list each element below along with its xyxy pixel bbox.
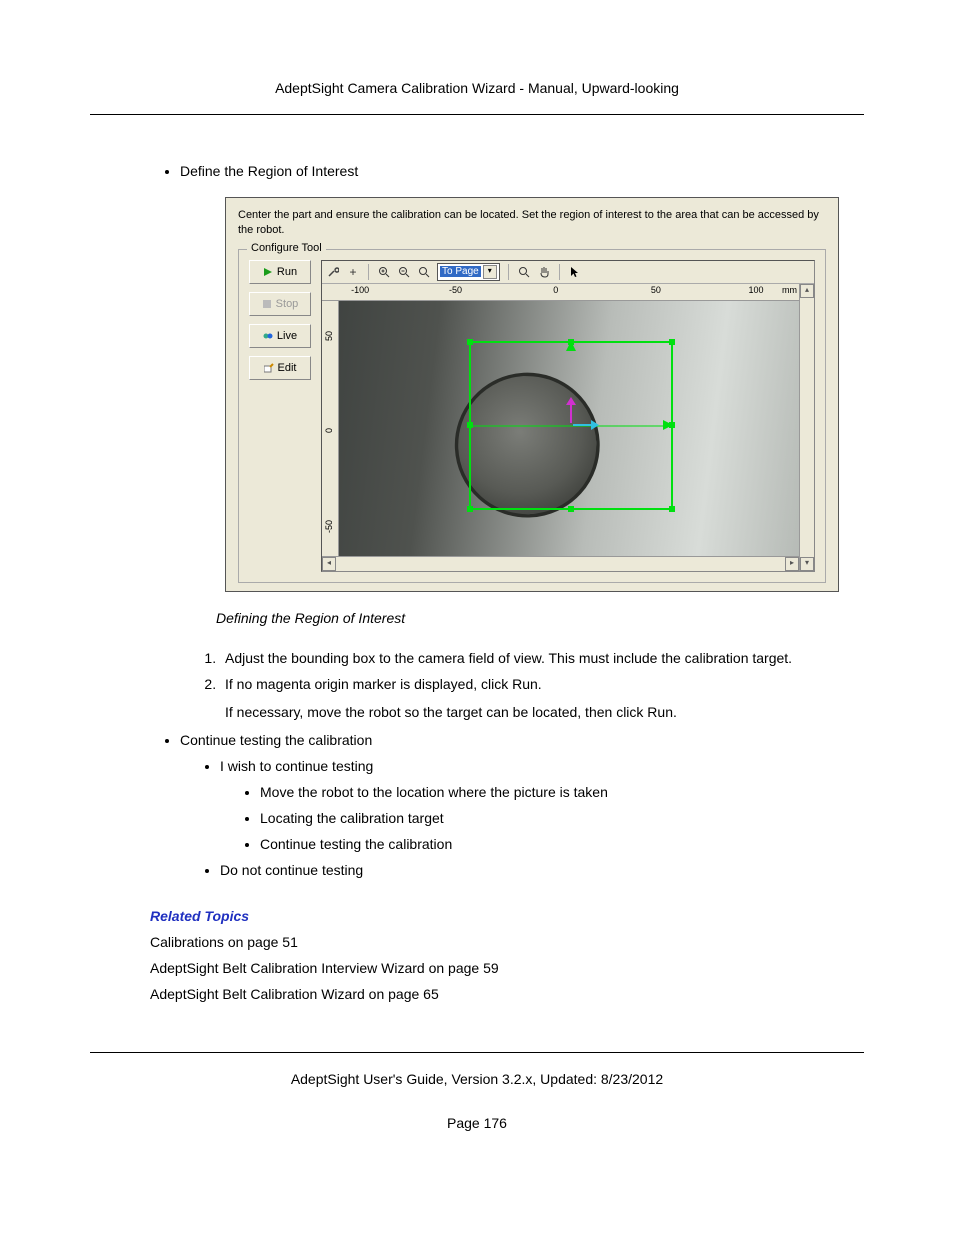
- scroll-up-icon[interactable]: ▴: [800, 284, 814, 298]
- stop-button[interactable]: Stop: [249, 292, 311, 316]
- roi-handle[interactable]: [669, 339, 675, 345]
- wizard-panel: Center the part and ensure the calibrati…: [225, 197, 839, 592]
- live-button[interactable]: Live: [249, 324, 311, 348]
- scrollbar-vertical[interactable]: ▴ ▾: [799, 284, 814, 571]
- origin-cyan-axis-icon: [573, 424, 593, 426]
- tick-label: 0: [553, 285, 558, 295]
- live-icon: [263, 331, 273, 341]
- tick-label: -50: [449, 285, 462, 295]
- bullet-define-roi: Define the Region of Interest Center the…: [180, 163, 864, 720]
- stop-button-label: Stop: [276, 298, 299, 310]
- tick-label: 50: [324, 331, 334, 341]
- tick-label: -100: [351, 285, 369, 295]
- sub-continue-testing: Continue testing the calibration: [260, 836, 864, 852]
- tick-label: -50: [324, 520, 334, 533]
- related-topics-heading: Related Topics: [150, 908, 864, 924]
- stop-icon: [262, 299, 272, 309]
- tick-label: 50: [651, 285, 661, 295]
- related-link-2[interactable]: AdeptSight Belt Calibration Interview Wi…: [150, 960, 864, 976]
- ruler-vertical: 50 0 -50: [322, 301, 339, 556]
- related-link-3[interactable]: AdeptSight Belt Calibration Wizard on pa…: [150, 986, 864, 1002]
- page-header: AdeptSight Camera Calibration Wizard - M…: [90, 80, 864, 115]
- zoom-select[interactable]: To Page ▾: [437, 263, 500, 281]
- step-2: If no magenta origin marker is displayed…: [220, 676, 864, 720]
- pan-icon[interactable]: [537, 265, 551, 279]
- sub-wish-continue: I wish to continue testing Move the robo…: [220, 758, 864, 852]
- magnify-icon[interactable]: [517, 265, 531, 279]
- zoom-out-icon[interactable]: [397, 265, 411, 279]
- related-link-1[interactable]: Calibrations on page 51: [150, 934, 864, 950]
- crosshair-icon[interactable]: +: [346, 265, 360, 279]
- step-2-text: If no magenta origin marker is displayed…: [225, 676, 542, 692]
- chevron-down-icon: ▾: [483, 265, 497, 279]
- origin-magenta-axis-icon: [570, 403, 572, 423]
- roi-bounding-box[interactable]: [469, 341, 673, 510]
- ruler-unit: mm: [782, 285, 797, 295]
- tools-icon[interactable]: [326, 265, 340, 279]
- scroll-left-icon[interactable]: ◂: [322, 557, 336, 571]
- roi-handle[interactable]: [467, 339, 473, 345]
- roi-handle[interactable]: [568, 506, 574, 512]
- zoom-select-value: To Page: [440, 266, 481, 277]
- camera-canvas[interactable]: [339, 301, 799, 556]
- scroll-down-icon[interactable]: ▾: [800, 557, 814, 571]
- zoom-fit-icon[interactable]: [417, 265, 431, 279]
- fieldset-legend: Configure Tool: [247, 242, 326, 254]
- sub-move-robot: Move the robot to the location where the…: [260, 784, 864, 800]
- scrollbar-horizontal[interactable]: ◂ ▸: [322, 556, 799, 571]
- page-number: Page 176: [90, 1115, 864, 1131]
- play-icon: [263, 267, 273, 277]
- edit-button[interactable]: Edit: [249, 356, 311, 380]
- image-viewer: + To Page ▾: [321, 260, 815, 572]
- tick-label: 0: [324, 428, 334, 433]
- run-button-label: Run: [277, 266, 297, 278]
- sub-do-not-continue: Do not continue testing: [220, 862, 864, 878]
- roi-handle[interactable]: [669, 422, 675, 428]
- step-1: Adjust the bounding box to the camera fi…: [220, 650, 864, 666]
- bullet-define-roi-text: Define the Region of Interest: [180, 163, 358, 179]
- bullet-continue-testing: Continue testing the calibration I wish …: [180, 732, 864, 878]
- edit-button-label: Edit: [278, 362, 297, 374]
- steps-list: Adjust the bounding box to the camera fi…: [180, 650, 864, 720]
- roi-handle[interactable]: [669, 506, 675, 512]
- configure-tool-fieldset: Configure Tool Run Stop: [238, 249, 826, 583]
- tick-label: 100: [749, 285, 764, 295]
- bullet-continue-text: Continue testing the calibration: [180, 732, 372, 748]
- scroll-right-icon[interactable]: ▸: [785, 557, 799, 571]
- zoom-in-icon[interactable]: [377, 265, 391, 279]
- sub-wish-text: I wish to continue testing: [220, 758, 373, 774]
- roi-handle[interactable]: [467, 422, 473, 428]
- edit-icon: [264, 363, 274, 373]
- live-button-label: Live: [277, 330, 297, 342]
- roi-handle[interactable]: [568, 339, 574, 345]
- step-2-note: If necessary, move the robot so the targ…: [225, 704, 864, 720]
- viewer-toolbar: + To Page ▾: [322, 261, 814, 284]
- sub-locate-target: Locating the calibration target: [260, 810, 864, 826]
- pointer-icon[interactable]: [568, 265, 582, 279]
- page-footer: AdeptSight User's Guide, Version 3.2.x, …: [90, 1052, 864, 1087]
- ruler-horizontal: -100 -50 0 50 100 mm: [322, 284, 799, 301]
- roi-handle[interactable]: [467, 506, 473, 512]
- figure-caption: Defining the Region of Interest: [216, 610, 864, 626]
- panel-instruction: Center the part and ensure the calibrati…: [238, 208, 826, 239]
- run-button[interactable]: Run: [249, 260, 311, 284]
